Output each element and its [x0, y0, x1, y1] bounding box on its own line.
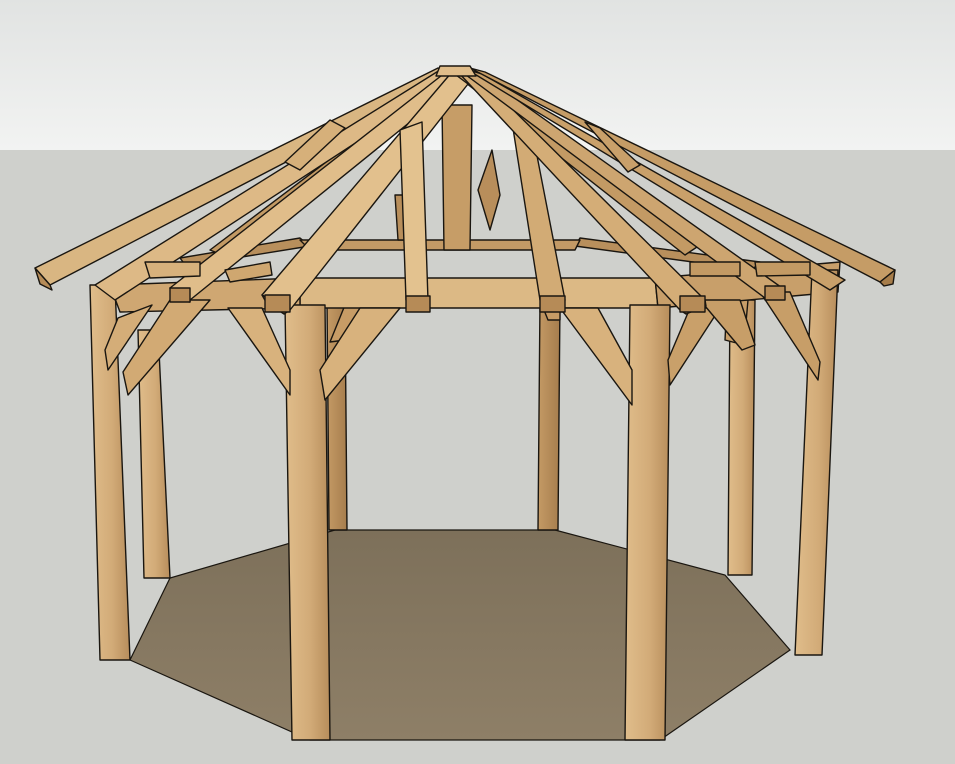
- 3d-viewport[interactable]: [0, 0, 955, 764]
- gazebo-model-scene[interactable]: [0, 0, 955, 764]
- king-post[interactable]: [441, 104, 473, 251]
- ring-beam-front[interactable]: [299, 277, 659, 309]
- roof-apex[interactable]: [435, 65, 477, 77]
- post-back-right[interactable]: [537, 299, 561, 531]
